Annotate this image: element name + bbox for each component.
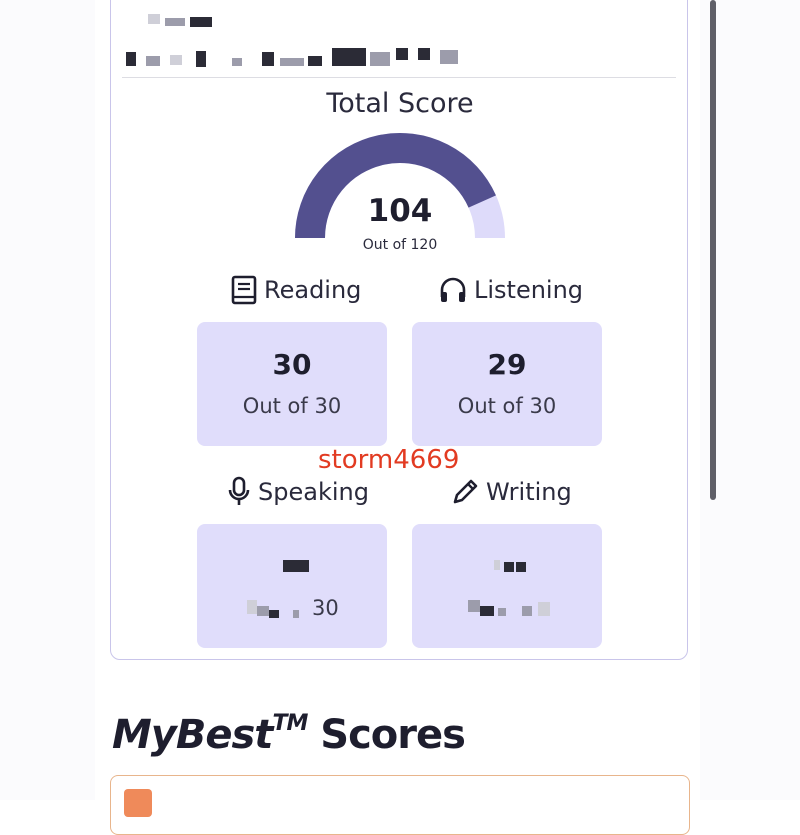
listening-score: 29 <box>487 348 527 381</box>
speaking-label: Speaking <box>258 478 369 506</box>
left-margin <box>0 0 95 800</box>
writing-score-box <box>412 524 602 648</box>
book-icon <box>231 275 257 305</box>
listening-out-of: Out of 30 <box>457 394 557 418</box>
mybest-scores-heading: MyBestTM Scores <box>112 710 466 758</box>
reading-out-of: Out of 30 <box>242 394 342 418</box>
writing-heading: Writing <box>450 475 572 509</box>
mybest-scores-card <box>110 775 690 835</box>
writing-label: Writing <box>486 478 572 506</box>
listening-heading: Listening <box>438 273 583 307</box>
trademark-mark: TM <box>272 710 308 736</box>
listening-label: Listening <box>474 276 584 304</box>
mybest-brand: MyBest <box>112 712 273 758</box>
mybest-card-icon <box>124 789 152 817</box>
reading-label: Reading <box>264 276 362 304</box>
mybest-suffix: Scores <box>320 712 466 758</box>
speaking-score-box: 30 <box>197 524 387 648</box>
pencil-icon <box>453 479 478 504</box>
reading-score: 30 <box>272 348 312 381</box>
reading-score-box: 30 Out of 30 <box>197 322 387 446</box>
watermark-text: storm4669 <box>318 445 460 475</box>
total-score-title: Total Score <box>326 88 474 119</box>
total-score-value: 104 <box>367 193 433 229</box>
reading-heading: Reading <box>230 273 361 307</box>
total-score-gauge <box>295 133 505 239</box>
header-divider <box>122 77 676 78</box>
speaking-heading: Speaking <box>226 475 369 509</box>
microphone-icon <box>228 476 250 505</box>
scrollbar-thumb[interactable] <box>710 0 716 500</box>
total-score-out-of: Out of 120 <box>362 237 438 253</box>
speaking-out-of: 30 <box>312 596 339 620</box>
headphones-icon <box>440 277 466 302</box>
listening-score-box: 29 Out of 30 <box>412 322 602 446</box>
